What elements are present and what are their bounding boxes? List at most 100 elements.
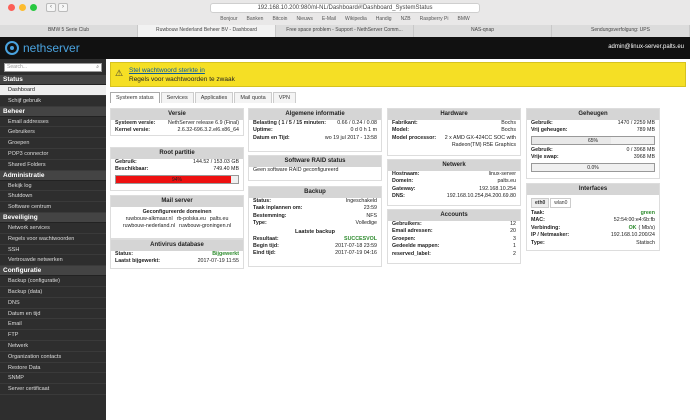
sidebar-item[interactable]: Software centrum xyxy=(0,202,106,213)
sidebar-item[interactable]: FTP xyxy=(0,330,106,341)
info-row: Uptime: 0 d 0 h 1 m xyxy=(249,127,381,134)
bookmark-item[interactable]: NZB xyxy=(401,15,411,23)
info-label: Resultaat: xyxy=(253,235,279,242)
sidebar-item[interactable]: Restore Data xyxy=(0,363,106,374)
info-value: 2 x AMD GX-424CC SOC with xyxy=(444,134,516,141)
sidebar-item[interactable]: Email xyxy=(0,319,106,331)
info-value: NFS xyxy=(366,212,377,219)
browser-tabs: BMW 5 Serie Club Ruwbouw Nederland Beheer… xyxy=(0,25,690,37)
content-tab[interactable]: VPN xyxy=(272,92,297,103)
sidebar-item[interactable]: POP3 connector xyxy=(0,149,106,160)
bookmark-item[interactable]: Bonjour xyxy=(220,15,237,23)
bookmark-item[interactable]: Raspberry Pi xyxy=(420,15,449,23)
info-row: Radeon(TM) R5E Graphics xyxy=(388,142,520,149)
info-label: Status: xyxy=(115,251,133,257)
forward-icon[interactable]: › xyxy=(58,3,68,12)
bookmark-item[interactable]: Handig xyxy=(376,15,392,23)
info-row: Kernel versie: 2.6.32-696.3.2.el6.x86_64 xyxy=(111,127,243,134)
content-tab[interactable]: Applicaties xyxy=(194,92,234,103)
main-content: ⚠ Stel wachtwoord sterkte in Regels voor… xyxy=(106,59,690,420)
bookmark-item[interactable]: BMW xyxy=(458,15,470,23)
panel-title: Backup xyxy=(249,187,381,198)
info-row: Fabrikant: Bochs xyxy=(388,120,520,127)
info-row: Model processor: 2 x AMD GX-424CC SOC wit… xyxy=(388,135,520,142)
browser-tab[interactable]: Ruwbouw Nederland Beheer BV - Dashboard xyxy=(138,25,276,37)
info-label: Laatst bijgewerkt: xyxy=(115,258,161,265)
interface-tab[interactable]: eth0 xyxy=(531,198,550,208)
sidebar-item[interactable]: Backup (configuratie) xyxy=(0,276,106,287)
info-label: Eind tijd: xyxy=(253,250,276,257)
user-menu[interactable]: admin@linux-server.palts.eu xyxy=(608,44,684,50)
info-value: 0 d 0 h 1 m xyxy=(350,127,378,134)
info-row: Model: Bochs xyxy=(388,127,520,134)
panel-title: Antivirus database xyxy=(111,240,243,251)
swap-usage-percent: 0.0% xyxy=(587,164,599,171)
info-row: Vrije swap: 3968 MB xyxy=(527,154,659,161)
sidebar-item[interactable]: Gebruikers xyxy=(0,127,106,139)
info-value: Ingeschakeld xyxy=(345,198,377,204)
browser-tab[interactable]: NAS-qnap xyxy=(414,25,552,37)
sidebar-item[interactable]: Netwerk xyxy=(0,341,106,352)
browser-tab[interactable]: Sendungsverfolgung: UPS xyxy=(552,25,690,37)
app-header: nethserver admin@linux-server.palts.eu xyxy=(0,37,690,59)
browser-tab[interactable]: BMW 5 Serie Club xyxy=(0,25,138,37)
bookmark-item[interactable]: Banken xyxy=(246,15,263,23)
sidebar-item[interactable]: Datum en tijd xyxy=(0,309,106,320)
info-label: Model processor: xyxy=(392,134,437,141)
password-settings-link[interactable]: Stel wachtwoord sterkte in xyxy=(129,67,205,74)
back-icon[interactable]: ‹ xyxy=(46,3,56,12)
sidebar-item[interactable]: Organization contacts xyxy=(0,352,106,363)
bookmark-item[interactable]: Nieuws xyxy=(296,15,312,23)
sidebar-item[interactable]: Groepen xyxy=(0,138,106,149)
info-label: Vrij geheugen: xyxy=(531,127,568,134)
sidebar-item[interactable]: Backup (data) xyxy=(0,287,106,298)
minimize-window-button[interactable] xyxy=(19,4,26,11)
content-tab[interactable]: Systeem status xyxy=(110,92,160,103)
content-tab[interactable]: Services xyxy=(160,92,194,103)
url-bar[interactable]: 192.168.10.200:980/nl-NL/Dashboard#!Dash… xyxy=(210,3,480,13)
sidebar-item[interactable]: Server certificaat xyxy=(0,384,106,395)
info-label: Gebruikers: xyxy=(392,221,422,227)
info-row: Groepen: 3 xyxy=(388,236,520,243)
sidebar-item[interactable]: SNMP xyxy=(0,373,106,385)
info-row: Bestemming: NFS xyxy=(249,213,381,220)
sidebar-item[interactable]: Bekijk log xyxy=(0,181,106,192)
sidebar-item[interactable]: DNS xyxy=(0,298,106,309)
info-row: Eind tijd: 2017-07-19 04:16 xyxy=(249,250,381,257)
sidebar-item[interactable]: Regels voor wachtwoorden xyxy=(0,234,106,245)
root-partition-panel: Root partitie Gebruik: 144.52 / 153.03 GB… xyxy=(110,147,244,191)
sidebar-item[interactable]: Schijf gebruik xyxy=(0,96,106,107)
bookmark-item[interactable]: Wikipedia xyxy=(345,15,367,23)
search-icon[interactable]: ⌕ xyxy=(96,64,99,71)
info-row: Gebruik: 0 / 3968 MB xyxy=(527,147,659,154)
info-value: 789 MB xyxy=(636,127,655,134)
content-tabs: Systeem status Services Applicaties Mail qu… xyxy=(110,92,297,103)
info-label: Vrije swap: xyxy=(531,154,559,161)
sidebar-item[interactable]: Shared Folders xyxy=(0,160,106,171)
info-label: DNS: xyxy=(392,193,405,200)
browser-tab[interactable]: Free space problem - Support - NethServe… xyxy=(276,25,414,37)
disk-usage-percent: 94% xyxy=(171,176,182,183)
sidebar-item[interactable]: Vertrouwde netwerken xyxy=(0,255,106,267)
info-label: Bestemming: xyxy=(253,212,287,219)
sidebar-item[interactable]: Email addresses xyxy=(0,117,106,128)
brand-name: nethserver xyxy=(23,41,80,55)
content-tab[interactable]: Mail quota xyxy=(234,92,272,103)
search-input[interactable]: Search... ⌕ xyxy=(4,63,102,72)
sidebar-item[interactable]: Network services xyxy=(0,223,106,234)
sidebar-item[interactable]: Shutdown xyxy=(0,191,106,203)
bookmark-item[interactable]: Bitcoin xyxy=(272,15,287,23)
interface-tab[interactable]: wlan0 xyxy=(550,198,572,208)
bookmark-item[interactable]: E-Mail xyxy=(322,15,336,23)
sidebar-item[interactable]: Dashboard xyxy=(0,85,106,96)
info-row: Gateway: 192.168.10.254 xyxy=(388,186,520,193)
domain-name: ruwbouw-alkmaar.nl xyxy=(125,216,173,222)
maximize-window-button[interactable] xyxy=(30,4,37,11)
info-label: MAC: xyxy=(531,217,545,224)
sidebar-item[interactable]: SSH xyxy=(0,245,106,256)
info-value: 12 xyxy=(510,221,516,227)
info-row: Hostnaam: linux-server xyxy=(388,171,520,178)
close-window-button[interactable] xyxy=(8,4,15,11)
backup-panel: Backup Status: Ingeschakeld Taak inplannen… xyxy=(248,186,382,267)
info-value: Statisch xyxy=(636,239,655,246)
